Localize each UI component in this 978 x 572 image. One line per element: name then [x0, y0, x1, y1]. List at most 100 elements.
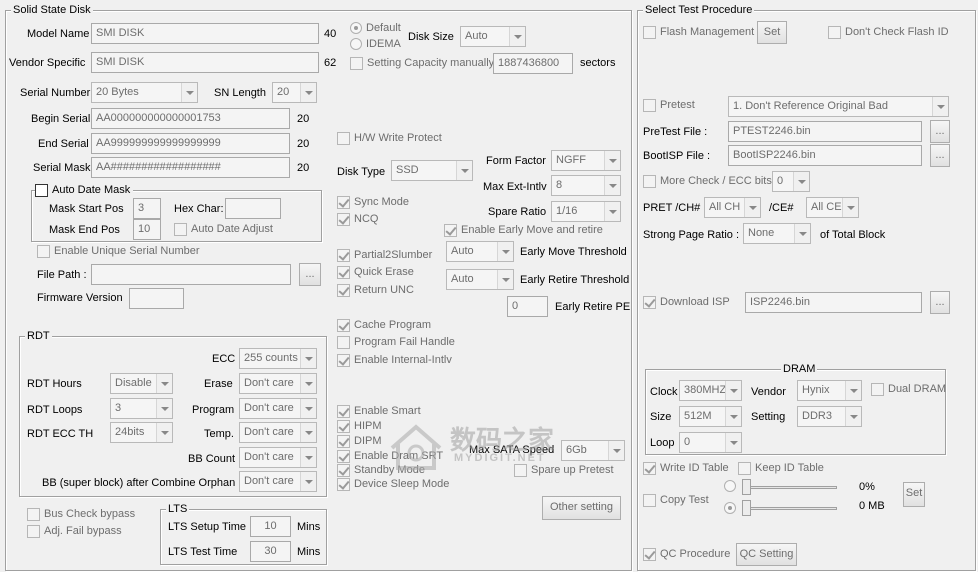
auto-date-mask-checkbox[interactable]: Auto Date Mask — [35, 184, 134, 197]
dipm-checkbox[interactable]: DIPM — [337, 435, 382, 448]
file-path-input[interactable] — [91, 264, 291, 285]
ncq-checkbox[interactable]: NCQ — [337, 213, 378, 226]
keep-id-table-checkbox[interactable]: Keep ID Table — [738, 462, 824, 475]
disk-size-select[interactable]: Auto — [460, 26, 526, 47]
download-isp-checkbox[interactable]: Download ISP — [643, 296, 730, 309]
rdt-hours-label: RDT Hours — [27, 378, 82, 390]
rdt-loops-select[interactable]: 3 — [110, 398, 173, 419]
dram-vendor-select[interactable]: Hynix — [797, 380, 862, 401]
more-check-ecc-checkbox[interactable]: More Check / ECC bits — [643, 175, 772, 188]
dram-setting-select[interactable]: DDR3 — [797, 406, 862, 427]
early-move-retire-label: Enable Early Move and retire — [461, 224, 603, 236]
mask-start-input[interactable]: 3 — [133, 198, 161, 219]
internal-intlv-checkbox[interactable]: Enable Internal-Intlv — [337, 354, 452, 367]
qc-setting-button[interactable]: QC Setting — [736, 543, 797, 566]
dram-loop-select[interactable]: 0 — [679, 432, 742, 453]
program-select[interactable]: Don't care — [239, 398, 317, 419]
disk-type-select[interactable]: SSD — [391, 160, 473, 181]
copy-mb-slider-thumb[interactable] — [742, 500, 751, 516]
dont-check-flash-id-checkbox[interactable]: Don't Check Flash ID — [828, 26, 949, 39]
bb-orphan-select[interactable]: Don't care — [239, 471, 317, 492]
pret-ch-select[interactable]: All CH — [704, 197, 761, 218]
ecc-select[interactable]: 255 counts — [239, 348, 317, 369]
dual-dram-checkbox[interactable]: Dual DRAM — [871, 383, 946, 396]
bb-count-select[interactable]: Don't care — [239, 447, 317, 468]
early-move-threshold-select[interactable]: Auto — [446, 241, 514, 262]
dram-size-select[interactable]: 512M — [679, 406, 742, 427]
spare-ratio-select[interactable]: 1/16 — [551, 201, 621, 222]
file-path-browse-button[interactable]: ... — [299, 263, 321, 286]
max-ext-intlv-select[interactable]: 8 — [551, 175, 621, 196]
bootisp-file-input[interactable]: BootISP2246.bin — [728, 145, 922, 166]
set-capacity-checkbox[interactable]: Setting Capacity manually — [350, 57, 494, 70]
pretest-checkbox[interactable]: Pretest — [643, 99, 695, 112]
rdt-ecc-th-select[interactable]: 24bits — [110, 422, 173, 443]
program-fail-handle-checkbox[interactable]: Program Fail Handle — [337, 336, 455, 349]
unique-serial-checkbox[interactable]: Enable Unique Serial Number — [37, 245, 200, 258]
serial-number-select[interactable]: 20 Bytes — [91, 82, 198, 103]
copy-percent-slider-thumb[interactable] — [742, 479, 751, 495]
begin-serial-input[interactable]: AA000000000000001753 — [91, 108, 290, 129]
dram-size-value: 512M — [684, 410, 712, 422]
copy-test-checkbox[interactable]: Copy Test — [643, 494, 709, 507]
erase-select[interactable]: Don't care — [239, 373, 317, 394]
enable-smart-checkbox[interactable]: Enable Smart — [337, 405, 421, 418]
checkbox-box — [514, 464, 527, 477]
flash-management-checkbox[interactable]: Flash Management — [643, 26, 754, 39]
sn-length-select[interactable]: 20 — [272, 82, 317, 103]
dram-srt-checkbox[interactable]: Enable Dram SRT — [337, 450, 443, 463]
rdt-hours-select[interactable]: Disable — [110, 373, 173, 394]
temp-select[interactable]: Don't care — [239, 422, 317, 443]
partial2slumber-checkbox[interactable]: Partial2Slumber — [337, 249, 432, 262]
end-serial-input[interactable]: AA999999999999999999 — [91, 133, 290, 154]
pretest-select[interactable]: 1. Don't Reference Original Bad — [728, 96, 949, 117]
quick-erase-checkbox[interactable]: Quick Erase — [337, 266, 414, 279]
bus-check-bypass-checkbox[interactable]: Bus Check bypass — [27, 508, 135, 521]
copy-percent-slider-track[interactable] — [743, 486, 837, 489]
download-isp-input[interactable]: ISP2246.bin — [745, 292, 922, 313]
model-name-input[interactable]: SMI DISK — [91, 23, 319, 44]
bootisp-file-browse-button[interactable]: ... — [930, 144, 950, 167]
dram-clock-select[interactable]: 380MHZ — [679, 380, 742, 401]
serial-mask-input[interactable]: AA################## — [91, 157, 290, 178]
mask-end-input[interactable]: 10 — [133, 219, 161, 240]
pretest-file-browse-button[interactable]: ... — [930, 120, 950, 143]
download-isp-browse-button[interactable]: ... — [930, 291, 950, 314]
copy-mb-slider-track[interactable] — [743, 507, 837, 510]
copy-test-set-button[interactable]: Set — [903, 482, 925, 507]
strong-page-ratio-select[interactable]: None — [743, 223, 811, 244]
qc-procedure-checkbox[interactable]: QC Procedure — [643, 548, 730, 561]
flash-set-button[interactable]: Set — [757, 21, 787, 44]
hex-char-input[interactable] — [225, 198, 281, 219]
enable-smart-label: Enable Smart — [354, 405, 421, 417]
form-factor-select[interactable]: NGFF — [551, 150, 621, 171]
chevron-down-icon — [509, 27, 525, 46]
more-check-ecc-select[interactable]: 0 — [772, 171, 810, 192]
max-sata-speed-select[interactable]: 6Gb — [561, 440, 625, 461]
auto-date-adjust-checkbox[interactable]: Auto Date Adjust — [174, 223, 273, 236]
firmware-version-input[interactable] — [129, 288, 184, 309]
vendor-specific-input[interactable]: SMI DISK — [91, 52, 319, 73]
hw-write-protect-checkbox[interactable]: H/W Write Protect — [337, 132, 442, 145]
pretest-file-input[interactable]: PTEST2246.bin — [728, 121, 922, 142]
other-setting-button[interactable]: Other setting — [542, 496, 621, 520]
standby-mode-checkbox[interactable]: Standby Mode — [337, 464, 425, 477]
lts-test-input[interactable]: 30 — [250, 541, 291, 562]
adj-fail-bypass-checkbox[interactable]: Adj. Fail bypass — [27, 525, 122, 538]
spare-up-pretest-checkbox[interactable]: Spare up Pretest — [514, 464, 614, 477]
pret-ce-select[interactable]: All CE — [806, 197, 859, 218]
device-sleep-checkbox[interactable]: Device Sleep Mode — [337, 478, 449, 491]
return-unc-checkbox[interactable]: Return UNC — [337, 284, 414, 297]
idema-radio[interactable]: IDEMA — [350, 38, 401, 51]
sync-mode-checkbox[interactable]: Sync Mode — [337, 196, 409, 209]
checkbox-box — [828, 26, 841, 39]
lts-setup-input[interactable]: 10 — [250, 516, 291, 537]
early-retire-pe-input[interactable]: 0 — [507, 296, 548, 317]
hipm-checkbox[interactable]: HIPM — [337, 420, 382, 433]
capacity-input[interactable]: 1887436800 — [493, 53, 573, 74]
early-move-retire-checkbox[interactable]: Enable Early Move and retire — [444, 224, 603, 237]
write-id-table-checkbox[interactable]: Write ID Table — [643, 462, 729, 475]
cache-program-checkbox[interactable]: Cache Program — [337, 319, 431, 332]
early-retire-threshold-select[interactable]: Auto — [446, 269, 514, 290]
default-radio[interactable]: Default — [350, 22, 401, 35]
